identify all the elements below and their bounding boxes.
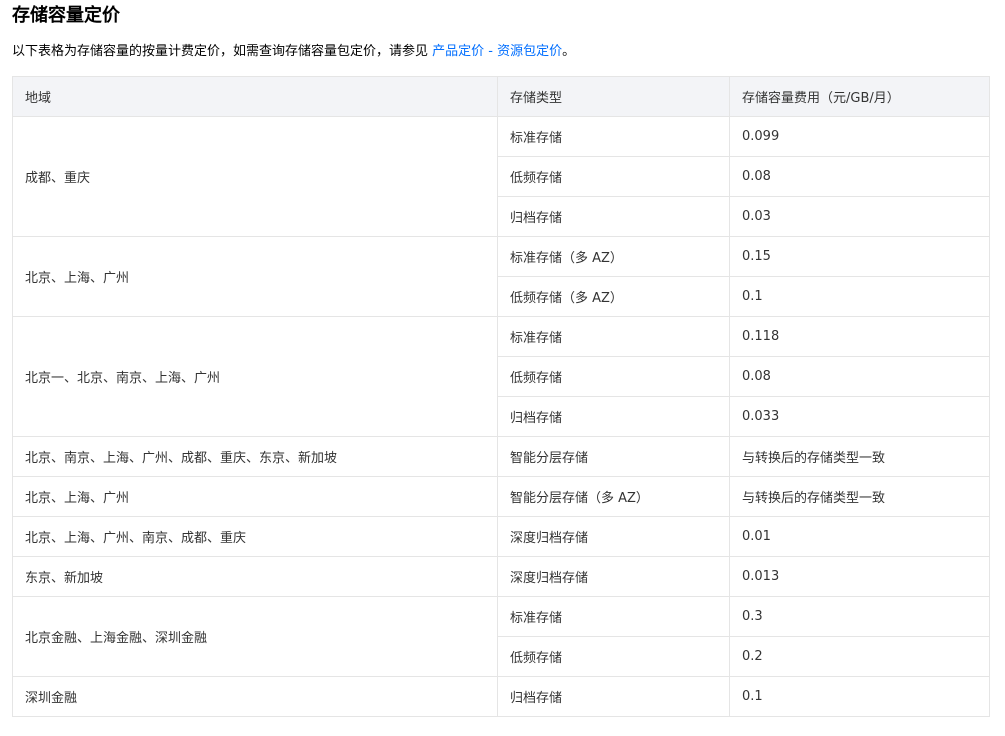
storage-type-cell: 标准存储 (497, 116, 730, 157)
region-cell: 深圳金融 (12, 676, 498, 717)
pricing-table-header: 地域 存储类型 存储容量费用（元/GB/月） (12, 76, 990, 117)
storage-type-cell: 低频存储 (497, 356, 730, 397)
storage-type-cell: 智能分层存储 (497, 436, 730, 477)
price-cell: 0.01 (729, 516, 990, 557)
table-row: 北京一、北京、南京、上海、广州 标准存储 0.118 (12, 316, 990, 437)
header-row: 地域 存储类型 存储容量费用（元/GB/月） (12, 76, 990, 117)
storage-type-cell: 归档存储 (497, 396, 730, 437)
price-cell: 0.099 (729, 116, 990, 157)
header-region: 地域 (12, 76, 498, 117)
price-cell: 0.08 (729, 356, 990, 397)
price-cell: 与转换后的存储类型一致 (729, 436, 990, 477)
price-cell: 0.1 (729, 276, 990, 317)
table-row: 北京、上海、广州、南京、成都、重庆 深度归档存储 0.01 (12, 516, 990, 557)
header-storage-type: 存储类型 (497, 76, 730, 117)
price-cell: 0.08 (729, 156, 990, 197)
region-cell: 北京、南京、上海、广州、成都、重庆、东京、新加坡 (12, 436, 498, 477)
region-cell: 北京金融、上海金融、深圳金融 (12, 596, 498, 677)
header-price: 存储容量费用（元/GB/月） (729, 76, 990, 117)
region-cell: 北京一、北京、南京、上海、广州 (12, 316, 498, 437)
price-cell: 0.033 (729, 396, 990, 437)
intro-text-after: 。 (562, 44, 576, 59)
table-row: 北京、上海、广州 标准存储（多 AZ） 0.15 (12, 236, 990, 317)
table-row: 成都、重庆 标准存储 0.099 (12, 116, 990, 237)
price-cell: 0.2 (729, 636, 990, 677)
region-cell: 北京、上海、广州 (12, 236, 498, 317)
storage-type-cell: 低频存储 (497, 156, 730, 197)
table-row: 东京、新加坡 深度归档存储 0.013 (12, 556, 990, 597)
storage-type-cell: 归档存储 (497, 676, 730, 717)
intro-text-before: 以下表格为存储容量的按量计费定价，如需查询存储容量包定价，请参见 (12, 44, 433, 59)
storage-type-cell: 低频存储（多 AZ） (497, 276, 730, 317)
table-row: 北京金融、上海金融、深圳金融 标准存储 0.3 (12, 596, 990, 677)
storage-type-cell: 标准存储（多 AZ） (497, 236, 730, 277)
region-cell: 成都、重庆 (12, 116, 498, 237)
table-row: 北京、南京、上海、广州、成都、重庆、东京、新加坡 智能分层存储 与转换后的存储类型一… (12, 436, 990, 477)
storage-type-cell: 归档存储 (497, 196, 730, 237)
pricing-package-link[interactable]: 产品定价 - 资源包定价 (432, 44, 562, 59)
table-row: 深圳金融 归档存储 0.1 (12, 676, 990, 717)
intro-text: 以下表格为存储容量的按量计费定价，如需查询存储容量包定价，请参见 产品定价 - … (12, 42, 575, 62)
storage-type-cell: 智能分层存储（多 AZ） (497, 476, 730, 517)
storage-type-cell: 深度归档存储 (497, 556, 730, 597)
pricing-table: 地域 存储类型 存储容量费用（元/GB/月） 成都、重庆 标准存储 0.099 低频存… (12, 76, 990, 717)
table-row: 北京、上海、广州 智能分层存储（多 AZ） 与转换后的存储类型一致 (12, 476, 990, 517)
price-cell: 与转换后的存储类型一致 (729, 476, 990, 517)
region-cell: 北京、上海、广州、南京、成都、重庆 (12, 516, 498, 557)
storage-type-cell: 标准存储 (497, 316, 730, 357)
price-cell: 0.118 (729, 316, 990, 357)
storage-type-cell: 低频存储 (497, 636, 730, 677)
price-cell: 0.013 (729, 556, 990, 597)
storage-type-cell: 深度归档存储 (497, 516, 730, 557)
region-cell: 北京、上海、广州 (12, 476, 498, 517)
storage-type-cell: 标准存储 (497, 596, 730, 637)
page-title: 存储容量定价 (12, 5, 120, 26)
price-cell: 0.15 (729, 236, 990, 277)
pricing-table-body: 成都、重庆 标准存储 0.099 低频存储 0.08 归档存储 0.03 北京、上海、广州 标准… (12, 116, 990, 717)
price-cell: 0.03 (729, 196, 990, 237)
region-cell: 东京、新加坡 (12, 556, 498, 597)
price-cell: 0.1 (729, 676, 990, 717)
price-cell: 0.3 (729, 596, 990, 637)
